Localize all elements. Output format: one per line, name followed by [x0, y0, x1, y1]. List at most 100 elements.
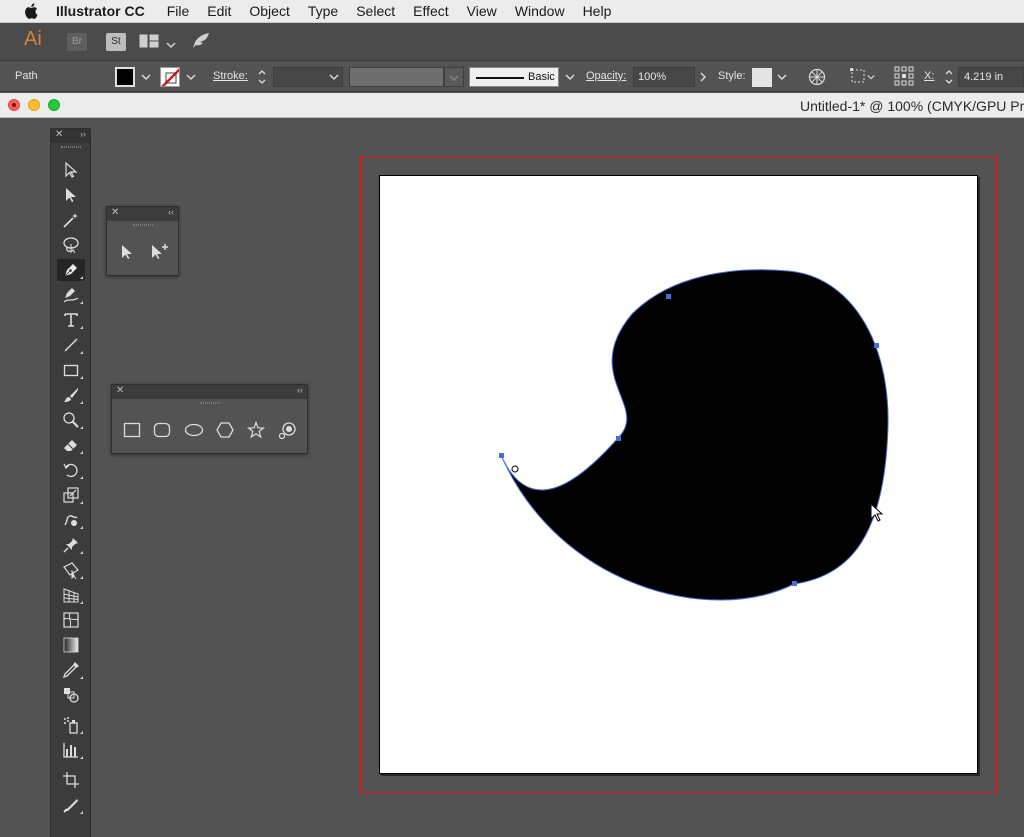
gpu-performance-icon[interactable]	[192, 32, 210, 55]
free-transform-tool[interactable]	[57, 559, 85, 581]
artboard-tool[interactable]	[57, 769, 85, 791]
variable-width-dropdown[interactable]	[444, 67, 464, 87]
rectangle-tool[interactable]	[123, 422, 141, 438]
collapse-icon[interactable]: ‹‹	[297, 385, 303, 395]
anchor-point[interactable]	[499, 453, 504, 458]
app-menu[interactable]: Illustrator CC	[56, 3, 145, 19]
document-title-bar: Untitled-1* @ 100% (CMYK/GPU Pre	[0, 93, 1024, 118]
chevron-right-icon[interactable]	[699, 72, 707, 82]
chevron-down-icon[interactable]	[867, 73, 875, 81]
reference-point-icon[interactable]	[894, 66, 914, 86]
direct-selection-tool[interactable]	[57, 184, 85, 206]
search-adobe-stock-button[interactable]: St	[106, 33, 126, 51]
rounded-rectangle-tool[interactable]	[153, 422, 171, 438]
column-graph-tool[interactable]	[57, 739, 85, 761]
x-position-field[interactable]: 4.219 in	[958, 67, 1024, 87]
chevron-down-icon[interactable]	[777, 72, 787, 82]
chevron-down-icon[interactable]	[141, 72, 151, 82]
window-zoom-button[interactable]	[48, 99, 60, 111]
group-selection-tool[interactable]	[149, 242, 171, 262]
edit-menu[interactable]: Edit	[207, 3, 231, 19]
brush-definition[interactable]: Basic	[469, 67, 559, 87]
rectangle-tool[interactable]	[57, 359, 85, 381]
tools-panel-header[interactable]: ✕ ››	[51, 129, 90, 143]
stroke-swatch[interactable]	[160, 67, 180, 87]
blend-tool[interactable]	[57, 684, 85, 706]
polygon-tool[interactable]	[216, 421, 234, 439]
chevron-down-icon[interactable]	[166, 36, 176, 54]
lasso-tool[interactable]	[57, 234, 85, 256]
type-menu[interactable]: Type	[308, 3, 338, 19]
rotate-tool[interactable]	[57, 459, 85, 481]
magic-wand-tool[interactable]	[57, 209, 85, 231]
close-icon[interactable]: ✕	[55, 129, 63, 140]
chevron-down-icon[interactable]	[565, 72, 575, 82]
align-to-selection-icon[interactable]	[850, 68, 866, 84]
panel-grip[interactable]	[112, 399, 307, 407]
tearoff-panel-header[interactable]: ✕ ‹‹	[112, 385, 307, 399]
puppet-warp-tool[interactable]	[57, 534, 85, 556]
chevron-down-icon[interactable]	[329, 72, 339, 82]
curvature-tool[interactable]	[57, 284, 85, 306]
variable-width-profile[interactable]	[349, 67, 444, 87]
selected-path-shape[interactable]	[500, 269, 889, 601]
star-tool[interactable]	[247, 421, 265, 439]
anchor-point[interactable]	[792, 581, 797, 586]
mesh-tool[interactable]	[57, 609, 85, 631]
opacity-label[interactable]: Opacity:	[586, 70, 626, 82]
panel-grip[interactable]	[107, 221, 178, 229]
paintbrush-tool[interactable]	[57, 384, 85, 406]
view-menu[interactable]: View	[467, 3, 497, 19]
direct-selection-tool[interactable]	[119, 243, 135, 261]
collapse-icon[interactable]: ‹‹	[168, 207, 174, 217]
select-menu[interactable]: Select	[356, 3, 395, 19]
recolor-artwork-icon[interactable]	[808, 68, 826, 86]
close-icon[interactable]: ✕	[111, 207, 119, 218]
artboard[interactable]	[379, 175, 978, 774]
scale-tool[interactable]	[57, 484, 85, 506]
effect-menu[interactable]: Effect	[413, 3, 449, 19]
perspective-grid-tool[interactable]	[57, 584, 85, 606]
shaper-tool[interactable]	[57, 409, 85, 431]
graphic-style-swatch[interactable]	[752, 68, 772, 87]
opacity-field[interactable]: 100%	[633, 67, 695, 87]
object-menu[interactable]: Object	[249, 3, 289, 19]
slice-tool[interactable]	[57, 794, 85, 816]
help-menu[interactable]: Help	[583, 3, 612, 19]
eraser-tool[interactable]	[57, 434, 85, 456]
window-menu[interactable]: Window	[515, 3, 565, 19]
fill-swatch[interactable]	[115, 67, 135, 87]
file-menu[interactable]: File	[167, 3, 190, 19]
anchor-point[interactable]	[874, 343, 879, 348]
ellipse-tool[interactable]	[184, 423, 204, 437]
go-to-bridge-button[interactable]: Br	[67, 33, 87, 51]
apple-icon[interactable]	[20, 3, 42, 19]
warp-tool[interactable]	[57, 509, 85, 531]
stepper-arrows-icon[interactable]	[257, 68, 267, 86]
window-close-button[interactable]	[8, 99, 20, 111]
stepper-arrows-icon[interactable]	[944, 68, 954, 86]
scale-icon	[63, 487, 79, 503]
expand-icon[interactable]: ››	[80, 129, 86, 139]
panel-grip[interactable]	[51, 143, 90, 151]
arrange-documents-icon[interactable]	[139, 34, 159, 53]
brush-name: Basic	[528, 71, 555, 83]
flare-tool[interactable]	[278, 420, 298, 440]
eyedropper-tool[interactable]	[57, 659, 85, 681]
line-segment-tool[interactable]	[57, 334, 85, 356]
tearoff-panel-header[interactable]: ✕ ‹‹	[107, 207, 178, 221]
symbol-sprayer-tool[interactable]	[57, 714, 85, 736]
pen-tool[interactable]	[57, 259, 85, 281]
anchor-point[interactable]	[616, 436, 621, 441]
type-tool[interactable]	[57, 309, 85, 331]
gradient-tool[interactable]	[57, 634, 85, 656]
chevron-down-icon[interactable]	[186, 72, 196, 82]
selection-tool[interactable]	[57, 159, 85, 181]
window-minimize-button[interactable]	[28, 99, 40, 111]
blend-icon	[64, 688, 79, 703]
lasso-icon	[63, 237, 79, 254]
x-position-label[interactable]: X:	[924, 70, 934, 82]
stroke-label[interactable]: Stroke:	[213, 70, 248, 82]
anchor-point[interactable]	[666, 294, 671, 299]
close-icon[interactable]: ✕	[116, 385, 124, 396]
